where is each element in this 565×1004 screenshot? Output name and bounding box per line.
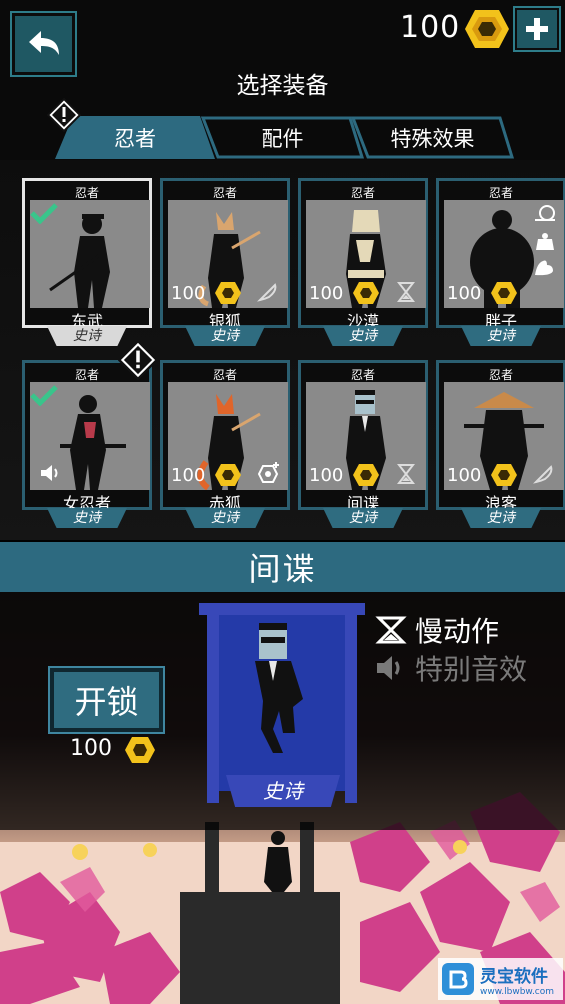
card-category: 忍者 <box>74 186 99 200</box>
card-frame: 忍者 东武 <box>22 178 152 331</box>
effect-special-sound: 特别音效 <box>375 648 527 688</box>
speaker-icon <box>377 656 400 680</box>
rarity-badge: 史诗 <box>185 326 265 346</box>
snail-icon <box>535 205 555 221</box>
price-label: 100 <box>309 283 344 304</box>
preview-rarity-badge: 史诗 <box>226 775 340 807</box>
hourglass-icon <box>375 616 407 644</box>
rarity-badge: 史诗 <box>323 326 403 346</box>
card-category: 忍者 <box>350 368 375 382</box>
tab-label: 配件 <box>261 126 304 151</box>
muscle-icon <box>535 260 553 276</box>
price-label: 100 <box>171 283 206 304</box>
speaker-icon <box>41 465 58 481</box>
card-category: 忍者 <box>488 368 513 382</box>
coin-icon <box>215 282 241 304</box>
hourglass-icon <box>397 464 415 484</box>
watermark-logo-icon <box>442 963 474 995</box>
rarity-badge: 史诗 <box>47 326 127 346</box>
rarity-badge: 史诗 <box>323 508 403 528</box>
rarity-badge: 史诗 <box>47 508 127 528</box>
plus-icon <box>526 18 548 40</box>
price-label: 100 <box>171 465 206 486</box>
price-label: 100 <box>447 283 482 304</box>
card-category: 忍者 <box>350 186 375 200</box>
check-icon <box>30 203 58 224</box>
ninja-card-pangzi[interactable]: 忍者 胖子 100 史诗 <box>436 178 565 346</box>
effect-label: 慢动作 <box>415 615 500 648</box>
ninja-card-langke[interactable]: 忍者 浪客 100 史诗 <box>436 360 565 528</box>
effect-slow-motion: 慢动作 <box>375 610 499 650</box>
coin-icon <box>215 464 241 486</box>
watermark-title: 灵宝软件 <box>480 966 548 987</box>
feather-icon <box>257 283 277 302</box>
coin-icon <box>491 464 517 486</box>
ninja-card-dongwu[interactable]: 忍者 东武 史诗 <box>22 178 152 346</box>
watermark: 灵宝软件 www.lbwbw.com <box>438 958 563 1000</box>
warning-icon <box>47 98 81 132</box>
bomb-plus-icon <box>257 462 279 483</box>
card-category: 忍者 <box>212 368 237 382</box>
coin-icon <box>491 282 517 304</box>
ninja-card-chihu[interactable]: 忍者 赤狐 100 史诗 <box>160 360 290 528</box>
page-title: 选择装备 <box>236 73 329 99</box>
unlock-button[interactable]: 开锁 <box>48 666 165 734</box>
card-frame: 忍者 女忍者 <box>22 360 152 513</box>
effect-label: 特别音效 <box>415 653 528 686</box>
card-frame: 忍者 间谍 100 <box>298 360 428 513</box>
card-frame: 忍者 赤狐 100 <box>160 360 290 513</box>
coin-balance: 100 <box>400 10 461 45</box>
card-frame: 忍者 浪客 100 <box>436 360 565 513</box>
rarity-badge: 史诗 <box>461 326 541 346</box>
card-frame: 忍者 沙漠 100 <box>298 178 428 331</box>
weight-icon <box>536 233 554 250</box>
check-icon <box>30 385 58 406</box>
coin-icon <box>353 282 379 304</box>
add-coins-button[interactable] <box>513 6 561 52</box>
back-arrow-icon <box>28 31 59 55</box>
card-category: 忍者 <box>212 186 237 200</box>
hourglass-icon <box>397 282 415 302</box>
ninja-card-jiandie[interactable]: 忍者 间谍 100 史诗 <box>298 360 428 528</box>
card-frame: 忍者 银狐 100 <box>160 178 290 331</box>
price-label: 100 <box>447 465 482 486</box>
coin-icon <box>465 10 509 48</box>
tab-special-effects[interactable]: 特殊效果 <box>350 116 515 159</box>
watermark-url: www.lbwbw.com <box>480 986 555 997</box>
tab-accessories[interactable]: 配件 <box>200 116 365 159</box>
ninja-card-yinhu[interactable]: 忍者 银狐 100 史诗 <box>160 178 290 346</box>
rarity-badge: 史诗 <box>185 508 265 528</box>
ninja-card-shamo[interactable]: 忍者 沙漠 100 史诗 <box>298 178 428 346</box>
ninja-card-nvrenzhe[interactable]: 忍者 女忍者 史诗 <box>22 360 152 528</box>
tab-label: 忍者 <box>114 126 156 151</box>
character-preview <box>199 603 365 803</box>
selected-character-banner: 间谍 <box>0 542 565 592</box>
unlock-price: 100 <box>70 736 112 761</box>
coin-icon <box>125 737 155 763</box>
tab-label: 特殊效果 <box>390 126 475 151</box>
card-frame: 忍者 胖子 100 <box>436 178 565 331</box>
price-label: 100 <box>309 465 344 486</box>
coin-icon <box>353 464 379 486</box>
feather-icon <box>533 465 553 484</box>
warning-icon <box>118 340 158 380</box>
card-category: 忍者 <box>488 186 513 200</box>
rarity-badge: 史诗 <box>461 508 541 528</box>
